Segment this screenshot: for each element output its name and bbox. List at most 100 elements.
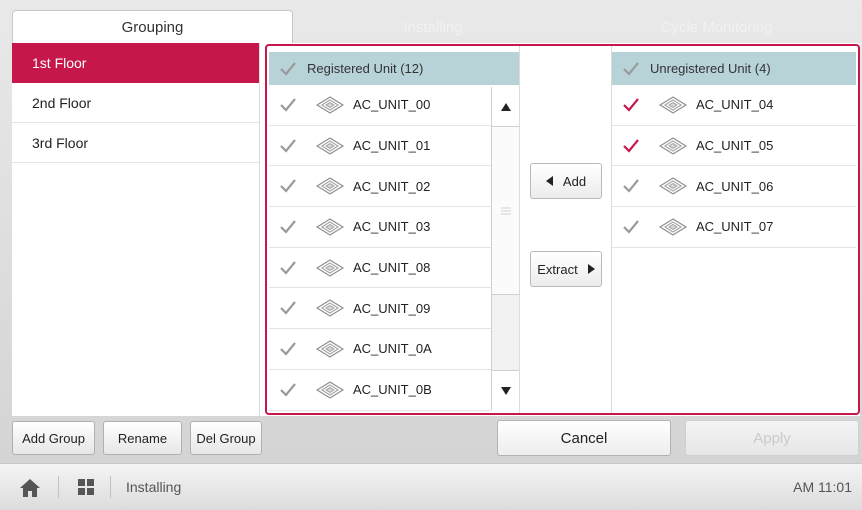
unit-checkbox[interactable] bbox=[269, 382, 307, 397]
unit-row[interactable]: AC_UNIT_03 bbox=[269, 207, 491, 248]
unit-checkbox[interactable] bbox=[269, 179, 307, 193]
extract-button[interactable]: Extract bbox=[530, 251, 602, 287]
unit-row[interactable]: AC_UNIT_05 bbox=[612, 126, 856, 167]
cancel-button[interactable]: Cancel bbox=[497, 420, 671, 456]
clock: AM 11:01 bbox=[793, 479, 852, 495]
unit-row[interactable]: AC_UNIT_0A bbox=[269, 329, 491, 370]
unit-checkbox[interactable] bbox=[269, 220, 307, 234]
unit-name: AC_UNIT_02 bbox=[353, 178, 431, 194]
ceiling-cassette-icon bbox=[316, 340, 344, 358]
unit-row[interactable]: AC_UNIT_02 bbox=[269, 166, 491, 208]
select-all-registered-checkbox[interactable] bbox=[269, 61, 307, 76]
floor-item-1st[interactable]: 1st Floor bbox=[12, 43, 259, 83]
ceiling-cassette-icon bbox=[316, 218, 344, 236]
unit-name: AC_UNIT_09 bbox=[353, 300, 431, 316]
floor-item-3rd[interactable]: 3rd Floor bbox=[12, 123, 259, 163]
app-window: Grouping Installing Cycle Monitoring 1st… bbox=[0, 0, 862, 510]
select-all-unregistered-checkbox[interactable] bbox=[612, 61, 650, 76]
scroll-up-button[interactable] bbox=[492, 87, 519, 127]
extract-button-label: Extract bbox=[537, 261, 578, 277]
tab-grouping[interactable]: Grouping bbox=[12, 10, 293, 44]
unit-checkbox[interactable] bbox=[612, 179, 650, 193]
breadcrumb: Installing bbox=[126, 479, 182, 495]
add-button[interactable]: Add bbox=[530, 163, 602, 199]
ceiling-cassette-icon bbox=[307, 136, 353, 155]
unit-name: AC_UNIT_05 bbox=[696, 138, 774, 154]
ceiling-cassette-icon bbox=[659, 177, 687, 195]
registered-scrollbar[interactable] bbox=[491, 87, 519, 410]
unit-name: AC_UNIT_08 bbox=[353, 260, 431, 276]
apply-button[interactable]: Apply bbox=[685, 420, 859, 456]
unit-row[interactable]: AC_UNIT_09 bbox=[269, 288, 491, 330]
unit-row[interactable]: AC_UNIT_04 bbox=[612, 85, 856, 126]
registered-list-header: Registered Unit (12) bbox=[269, 52, 519, 85]
triangle-down-icon bbox=[500, 386, 511, 395]
check-icon bbox=[623, 61, 639, 76]
unit-row[interactable]: AC_UNIT_00 bbox=[269, 85, 491, 126]
rename-button[interactable]: Rename bbox=[103, 421, 182, 455]
unit-checkbox[interactable] bbox=[269, 342, 307, 356]
ceiling-cassette-icon bbox=[316, 177, 344, 195]
check-icon bbox=[280, 260, 296, 275]
status-bar: Installing AM 11:01 bbox=[0, 463, 862, 510]
registered-header-label: Registered Unit (12) bbox=[307, 61, 424, 76]
ceiling-cassette-icon bbox=[659, 136, 687, 155]
ceiling-cassette-icon bbox=[316, 258, 344, 277]
unit-row[interactable]: AC_UNIT_06 bbox=[612, 166, 856, 208]
bottom-button-row: Add Group Rename Del Group Cancel Apply bbox=[12, 416, 860, 458]
unregistered-header-label: Unregistered Unit (4) bbox=[650, 61, 771, 76]
triangle-right-icon bbox=[587, 264, 595, 274]
ceiling-cassette-icon bbox=[307, 299, 353, 317]
unit-row[interactable]: AC_UNIT_0B bbox=[269, 370, 491, 411]
ceiling-cassette-icon bbox=[316, 136, 344, 155]
check-icon bbox=[280, 61, 296, 76]
check-icon bbox=[623, 220, 639, 234]
ceiling-cassette-icon bbox=[307, 218, 353, 236]
unit-row[interactable]: AC_UNIT_08 bbox=[269, 248, 491, 289]
unit-name: AC_UNIT_04 bbox=[696, 97, 774, 113]
add-group-button[interactable]: Add Group bbox=[12, 421, 95, 455]
transfer-controls: Add Extract bbox=[519, 46, 612, 413]
unit-assignment-area: Registered Unit (12) AC_UNIT_00 AC_UNIT_0… bbox=[265, 44, 860, 415]
unit-checkbox[interactable] bbox=[612, 138, 650, 153]
triangle-left-icon bbox=[545, 176, 553, 186]
unit-checkbox[interactable] bbox=[269, 138, 307, 153]
scroll-thumb[interactable] bbox=[492, 127, 519, 295]
scroll-down-button[interactable] bbox=[492, 370, 519, 410]
ceiling-cassette-icon bbox=[307, 381, 353, 399]
unit-checkbox[interactable] bbox=[269, 301, 307, 315]
home-icon[interactable] bbox=[20, 479, 40, 500]
unit-row[interactable]: AC_UNIT_07 bbox=[612, 207, 856, 248]
ceiling-cassette-icon bbox=[316, 381, 344, 399]
check-icon bbox=[623, 98, 639, 112]
check-icon bbox=[280, 220, 296, 234]
grouping-panel: 1st Floor 2nd Floor 3rd Floor Registered… bbox=[12, 43, 860, 416]
grip-icon bbox=[500, 207, 511, 214]
unit-name: AC_UNIT_0B bbox=[353, 382, 432, 398]
unit-checkbox[interactable] bbox=[612, 98, 650, 112]
check-icon bbox=[280, 98, 296, 112]
tab-installing[interactable]: Installing bbox=[295, 10, 571, 44]
unit-name: AC_UNIT_07 bbox=[696, 219, 774, 235]
floor-item-2nd[interactable]: 2nd Floor bbox=[12, 83, 259, 123]
unit-name: AC_UNIT_06 bbox=[696, 178, 774, 194]
unit-checkbox[interactable] bbox=[269, 98, 307, 112]
floor-list: 1st Floor 2nd Floor 3rd Floor bbox=[12, 43, 260, 416]
triangle-up-icon bbox=[500, 102, 511, 111]
unit-row[interactable]: AC_UNIT_01 bbox=[269, 126, 491, 167]
ceiling-cassette-icon bbox=[316, 299, 344, 317]
unit-name: AC_UNIT_01 bbox=[353, 138, 431, 154]
unit-name: AC_UNIT_03 bbox=[353, 219, 431, 235]
ceiling-cassette-icon bbox=[307, 340, 353, 358]
tab-cycle-monitoring[interactable]: Cycle Monitoring bbox=[573, 10, 860, 44]
ceiling-cassette-icon bbox=[316, 96, 344, 114]
divider bbox=[58, 476, 59, 498]
grid-menu-icon[interactable] bbox=[78, 479, 94, 498]
unit-checkbox[interactable] bbox=[612, 220, 650, 234]
del-group-button[interactable]: Del Group bbox=[190, 421, 262, 455]
unit-checkbox[interactable] bbox=[269, 260, 307, 275]
ceiling-cassette-icon bbox=[650, 136, 696, 155]
ceiling-cassette-icon bbox=[307, 258, 353, 277]
check-icon bbox=[280, 382, 296, 397]
divider bbox=[110, 476, 111, 498]
